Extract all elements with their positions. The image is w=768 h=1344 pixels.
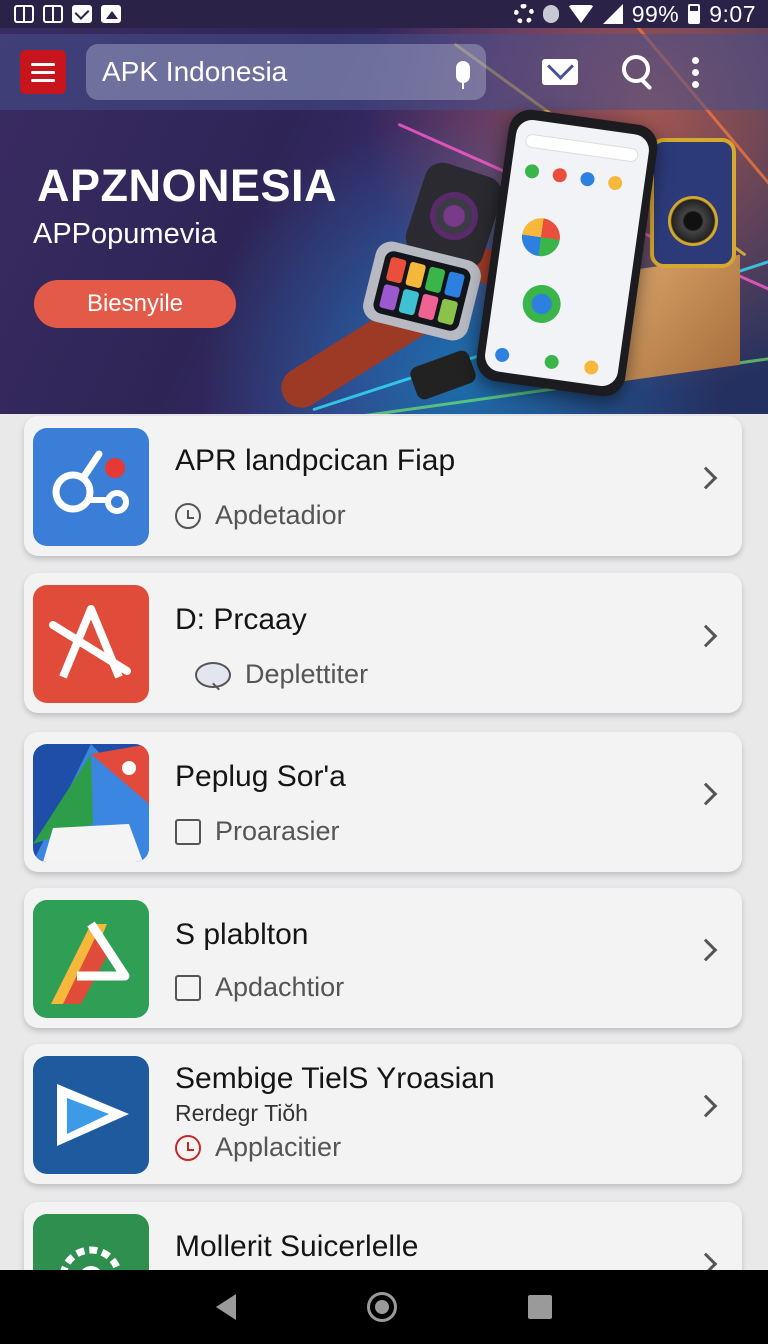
search-input[interactable]: APK Indonesia xyxy=(102,56,456,88)
clock: 9:07 xyxy=(709,0,756,27)
app-icon xyxy=(33,1056,149,1174)
chevron-right-icon[interactable] xyxy=(694,466,718,490)
chevron-right-icon[interactable] xyxy=(694,1094,718,1118)
square-icon xyxy=(175,818,201,845)
app-icon xyxy=(33,1214,149,1270)
app-meta: Apdetadior xyxy=(215,500,346,530)
settings-status-icon xyxy=(513,4,534,24)
battery-icon xyxy=(688,4,701,24)
more-options-icon[interactable] xyxy=(692,56,699,88)
adapter-illustration xyxy=(408,348,478,402)
chevron-right-icon[interactable] xyxy=(694,624,718,648)
app-title: Sembige TielS Yroasian xyxy=(175,1062,495,1095)
microphone-icon[interactable] xyxy=(456,61,470,89)
recent-apps-icon[interactable] xyxy=(528,1295,553,1319)
app-meta: Applacitier xyxy=(215,1132,342,1162)
app-meta: Deplettiter xyxy=(245,659,369,689)
app-title: D: Prcaay xyxy=(175,603,307,636)
search-bar[interactable]: APK Indonesia xyxy=(86,44,486,100)
signal-icon xyxy=(602,4,623,24)
list-item[interactable]: Peplug Sor'a Proarasier xyxy=(24,732,742,872)
back-icon[interactable] xyxy=(215,1294,236,1320)
app-toolbar: APK Indonesia xyxy=(0,34,768,110)
search-icon xyxy=(195,661,231,688)
app-list: APR landpcican Fiap Apdetadior D: Prcaay… xyxy=(0,414,768,1270)
hamburger-icon xyxy=(31,62,55,66)
mail-notification-icon xyxy=(72,5,92,23)
hero-subtitle: APPopumevia xyxy=(33,218,217,250)
wifi-icon xyxy=(567,5,594,23)
list-item[interactable]: APR landpcican Fiap Apdetadior xyxy=(24,416,742,556)
do-not-disturb-icon xyxy=(542,5,559,23)
app-meta: Proarasier xyxy=(215,816,340,846)
camera-icon xyxy=(175,974,201,1001)
mail-icon[interactable] xyxy=(542,59,578,85)
app-title: Peplug Sor'a xyxy=(175,760,346,793)
home-icon[interactable] xyxy=(366,1292,397,1322)
image-notification-icon xyxy=(101,5,121,23)
app-meta: Apdachtior xyxy=(215,972,345,1002)
clock-icon xyxy=(175,502,201,529)
app-icon xyxy=(33,428,149,546)
list-item[interactable]: S plablton Apdachtior xyxy=(24,888,742,1028)
app-title: Mollerit Suicerlelle xyxy=(175,1230,419,1263)
app-icon xyxy=(33,744,149,862)
notification-icon xyxy=(43,5,63,23)
app-title: APR landpcican Fiap xyxy=(175,444,456,477)
app-icon xyxy=(33,900,149,1018)
chevron-right-icon[interactable] xyxy=(694,1252,718,1270)
chevron-right-icon[interactable] xyxy=(694,938,718,962)
red-clock-icon xyxy=(175,1134,201,1161)
search-icon[interactable] xyxy=(622,55,656,89)
app-title: S plablton xyxy=(175,918,309,951)
status-bar: 99% 9:07 xyxy=(0,0,768,28)
list-item[interactable]: D: Prcaay Deplettiter xyxy=(24,573,742,713)
hero-title: APZNONESIA xyxy=(37,160,338,211)
app-icon xyxy=(33,585,149,703)
chevron-right-icon[interactable] xyxy=(694,782,718,806)
app-subtitle: Rerdegr Tiŏh xyxy=(175,1100,308,1126)
hero-cta-button[interactable]: Biesnyile xyxy=(34,280,236,328)
notification-icon xyxy=(14,5,34,23)
list-item[interactable]: Sembige TielS Yroasian Rerdegr Tiŏh Appl… xyxy=(24,1044,742,1184)
speaker-illustration xyxy=(650,138,736,268)
system-nav-bar xyxy=(0,1270,768,1344)
menu-button[interactable] xyxy=(20,50,66,94)
hero-banner: APK Indonesia APZNONESIA APPopumevia Bie… xyxy=(0,28,768,414)
list-item[interactable]: Mollerit Suicerlelle xyxy=(24,1202,742,1270)
battery-percent: 99% xyxy=(631,0,680,27)
